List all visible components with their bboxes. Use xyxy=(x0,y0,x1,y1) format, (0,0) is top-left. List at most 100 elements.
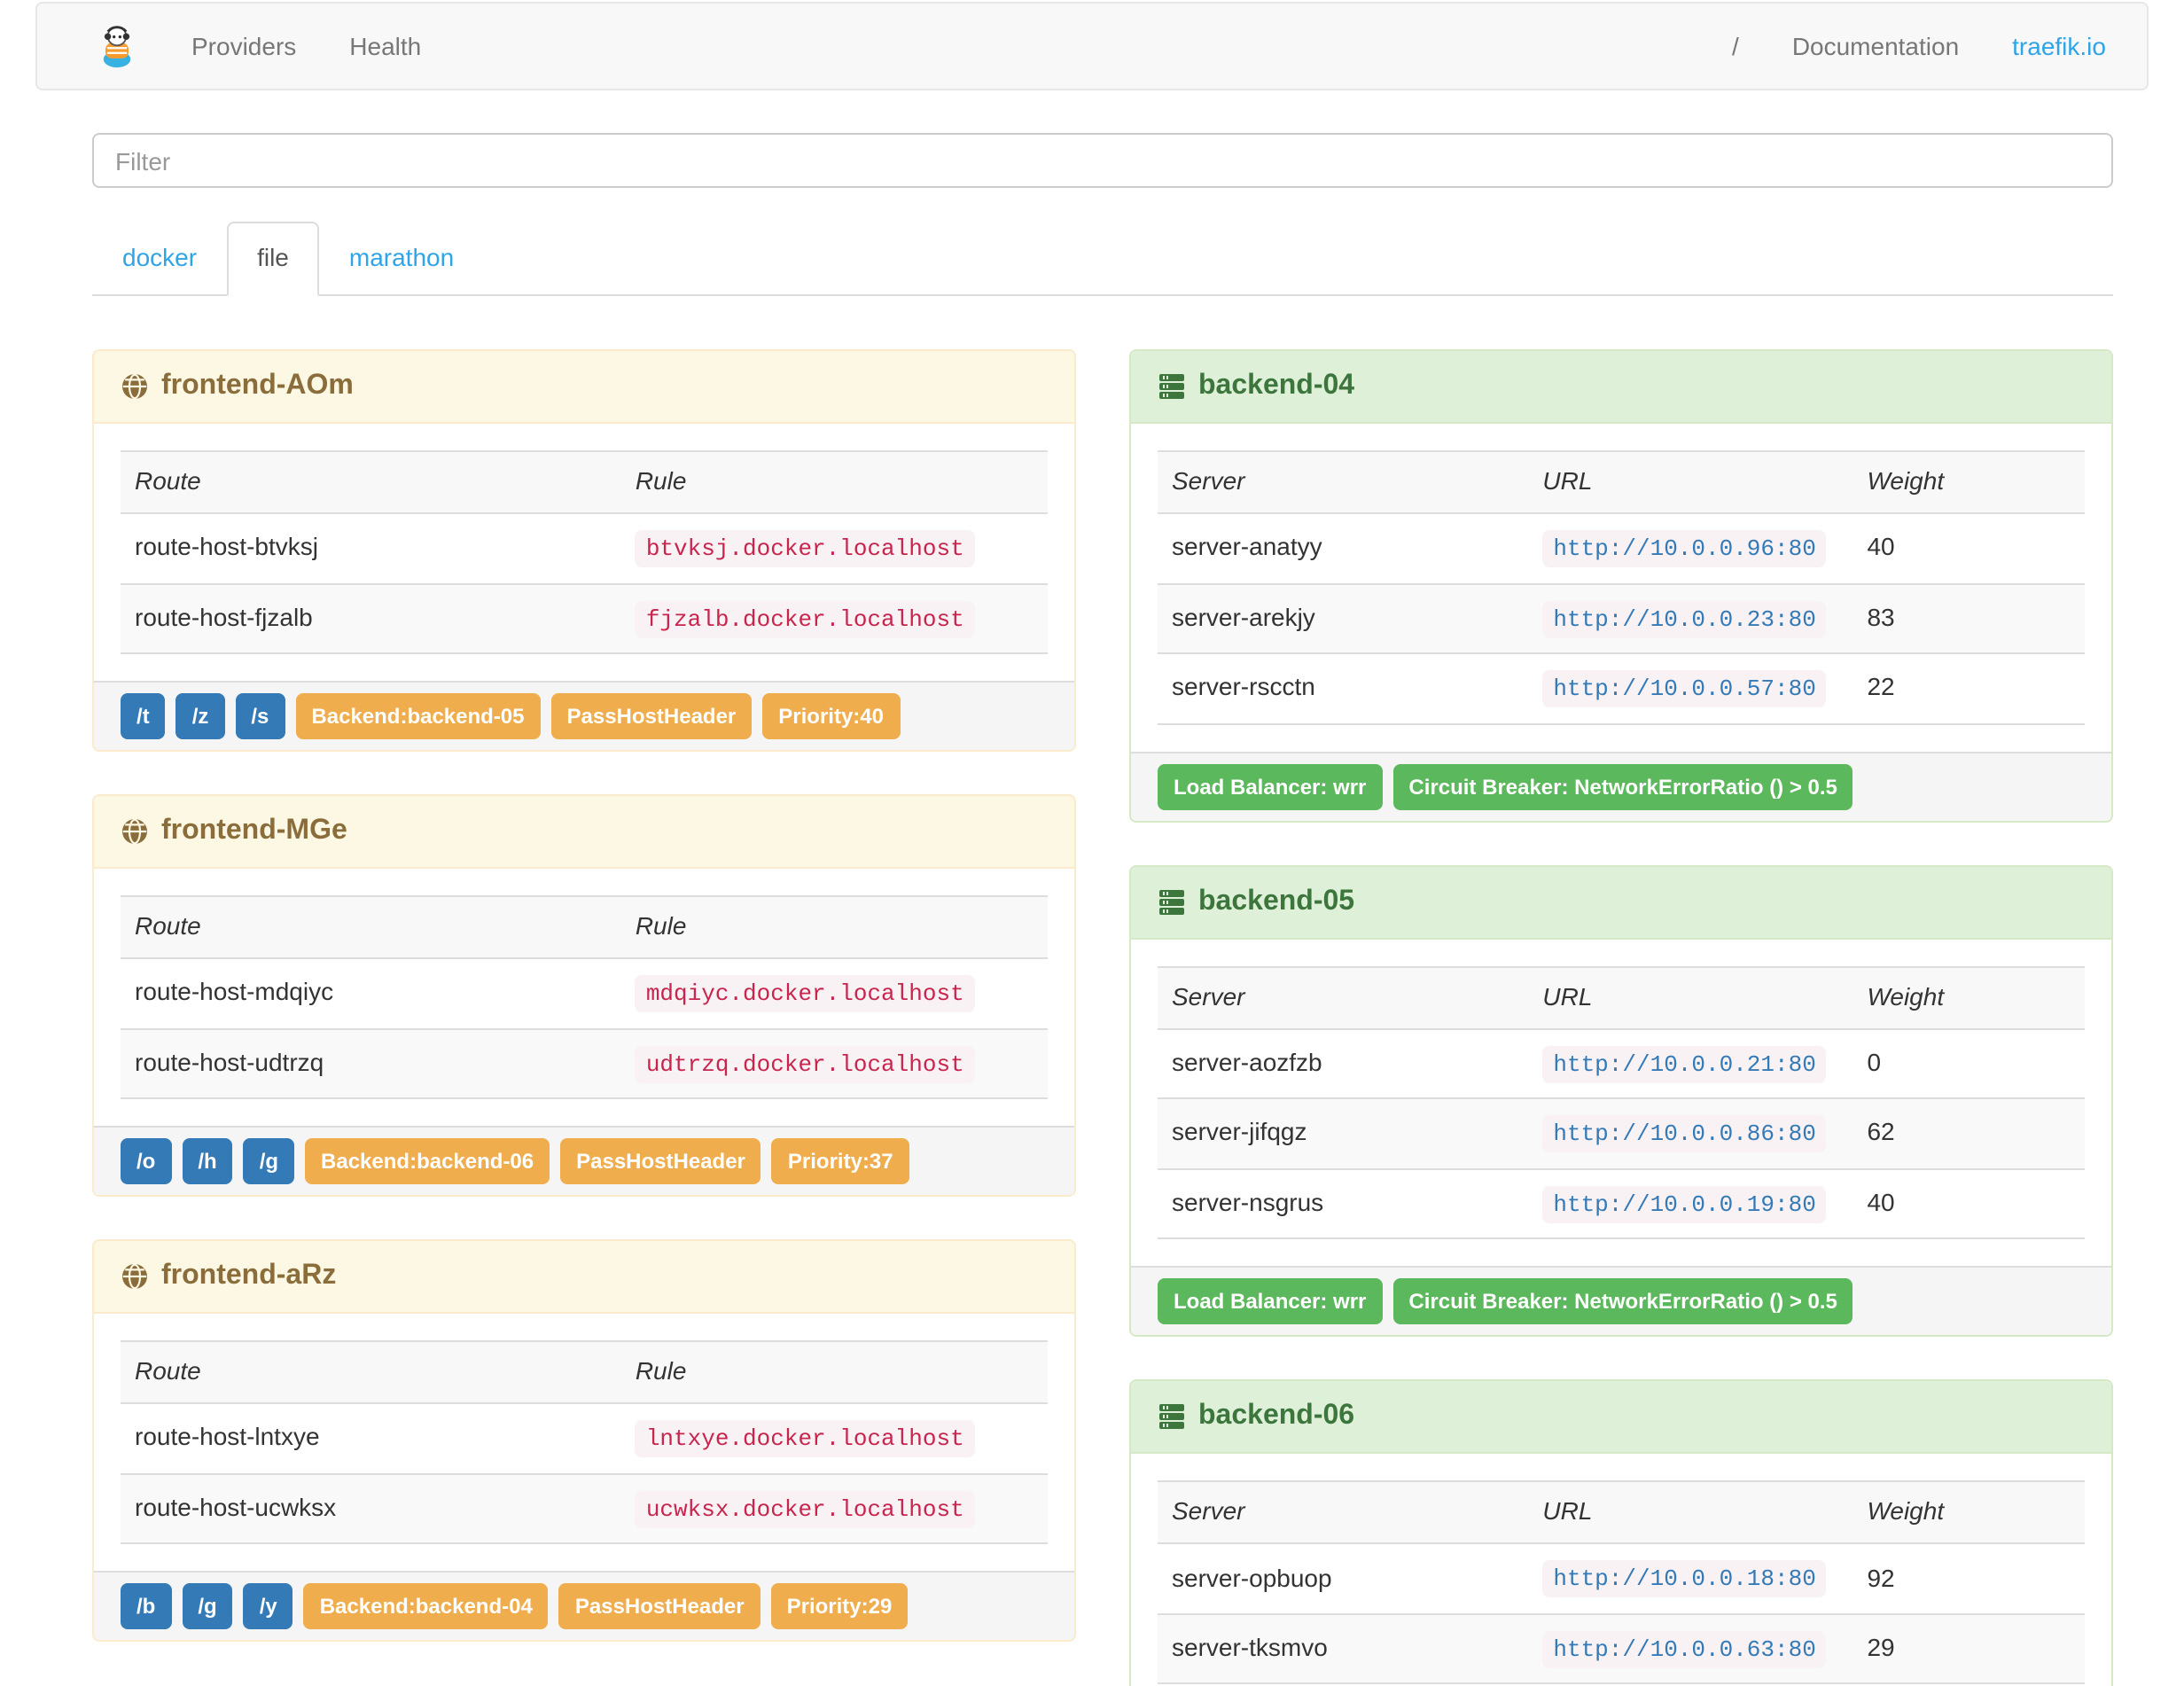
provider-tabs: docker file marathon xyxy=(92,222,2113,296)
col-header-server: Server xyxy=(1158,449,1529,513)
navbar: Providers Health / Documentation traefik… xyxy=(35,2,2149,90)
priority-badge: Priority:40 xyxy=(762,693,900,740)
server-name: server-aozfzb xyxy=(1158,1027,1529,1099)
frontend-panel-heading: frontend-AOm xyxy=(94,350,1074,424)
table-row: route-host-fjzalb fjzalb.docker.localhos… xyxy=(121,582,1048,654)
server-icon xyxy=(1158,372,1186,401)
server-weight: 83 xyxy=(1852,582,2085,654)
col-header-route: Route xyxy=(121,895,621,959)
rule-code: udtrzq.docker.localhost xyxy=(635,1045,975,1083)
circuit-breaker-badge: Circuit Breaker: NetworkErrorRatio () > … xyxy=(1392,763,1853,810)
tab-docker[interactable]: docker xyxy=(92,222,227,296)
table-row: server-opbuop http://10.0.0.18:80 92 xyxy=(1158,1542,2085,1614)
route-path-badge: /g xyxy=(243,1138,295,1185)
server-weight: 40 xyxy=(1852,511,2085,584)
server-url-link[interactable]: http://10.0.0.23:80 xyxy=(1542,600,1827,638)
load-balancer-badge: Load Balancer: wrr xyxy=(1158,763,1383,810)
nav-documentation[interactable]: Documentation xyxy=(1766,4,1985,89)
server-weight: 0 xyxy=(1852,1027,2085,1099)
nav-providers[interactable]: Providers xyxy=(165,4,323,89)
backend-panel-footer: Load Balancer: wrr Circuit Breaker: Netw… xyxy=(1131,751,2111,821)
table-header-row: Route Rule xyxy=(121,449,1048,513)
traefik-dashboard: Providers Health / Documentation traefik… xyxy=(0,0,2184,1686)
load-balancer-badge: Load Balancer: wrr xyxy=(1158,1278,1383,1325)
col-header-rule: Rule xyxy=(620,449,1048,513)
server-url-link[interactable]: http://10.0.0.96:80 xyxy=(1542,529,1827,567)
filter-row xyxy=(92,133,2113,188)
table-row: server-arekjy http://10.0.0.23:80 83 xyxy=(1158,582,2085,654)
globe-icon xyxy=(121,1262,149,1291)
col-header-rule: Rule xyxy=(620,895,1048,959)
frontend-panel-footer: /o /h /g Backend:backend-06 PassHostHead… xyxy=(94,1126,1074,1196)
frontend-panel-body: Route Rule route-host-mdqiyc mdqiyc.dock… xyxy=(94,869,1074,1126)
nav-root-slash[interactable]: / xyxy=(1705,4,1766,89)
server-url-link[interactable]: http://10.0.0.19:80 xyxy=(1542,1185,1827,1223)
frontend-title: frontend-aRz xyxy=(161,1261,337,1292)
col-header-route: Route xyxy=(121,449,621,513)
server-name: server-nsgrus xyxy=(1158,1167,1529,1239)
server-name: server-rscctn xyxy=(1158,652,1529,724)
nav-traefik-io[interactable]: traefik.io xyxy=(1985,4,2133,89)
table-row: server-tksmvo http://10.0.0.63:80 29 xyxy=(1158,1612,2085,1684)
nav-health[interactable]: Health xyxy=(323,4,448,89)
frontends-column: frontend-AOm Route Rule route-host-btvks… xyxy=(92,348,1076,1685)
server-weight: 40 xyxy=(1852,1167,2085,1239)
route-path-badge: /g xyxy=(182,1583,233,1630)
route-path-badge: /s xyxy=(235,693,285,740)
backend-ref-badge: Backend:backend-04 xyxy=(303,1583,549,1630)
server-icon xyxy=(1158,887,1186,916)
col-header-server: Server xyxy=(1158,965,1529,1029)
route-name: route-host-mdqiyc xyxy=(121,957,621,1029)
server-url-link[interactable]: http://10.0.0.63:80 xyxy=(1542,1630,1827,1668)
server-name: server-opbuop xyxy=(1158,1542,1529,1614)
table-row: server-jifqgz http://10.0.0.86:80 62 xyxy=(1158,1097,2085,1169)
col-header-url: URL xyxy=(1528,449,1853,513)
backend-title: backend-04 xyxy=(1198,370,1355,401)
traefik-logo[interactable] xyxy=(51,23,165,69)
frontend-panel-heading: frontend-MGe xyxy=(94,796,1074,870)
col-header-rule: Rule xyxy=(620,1340,1048,1404)
frontend-panel-footer: /b /g /y Backend:backend-04 PassHostHead… xyxy=(94,1571,1074,1641)
rule-code: fjzalb.docker.localhost xyxy=(635,600,975,638)
server-name: server-tksmvo xyxy=(1158,1612,1529,1684)
server-url-link[interactable]: http://10.0.0.18:80 xyxy=(1542,1560,1827,1598)
table-row: route-host-btvksj btvksj.docker.localhos… xyxy=(121,511,1048,584)
globe-icon xyxy=(121,817,149,846)
frontend-panel: frontend-AOm Route Rule route-host-btvks… xyxy=(92,348,1076,753)
navbar-right: / Documentation traefik.io xyxy=(1705,4,2133,89)
tab-marathon[interactable]: marathon xyxy=(319,222,484,296)
rule-code: mdqiyc.docker.localhost xyxy=(635,975,975,1013)
tab-file[interactable]: file xyxy=(227,222,319,296)
table-row: server-nsgrus http://10.0.0.19:80 40 xyxy=(1158,1167,2085,1239)
table-row: server-rscctn http://10.0.0.57:80 22 xyxy=(1158,652,2085,724)
frontend-panel-heading: frontend-aRz xyxy=(94,1241,1074,1315)
route-path-badge: /z xyxy=(176,693,225,740)
backend-panel: backend-06 Server URL Weight server-opbu… xyxy=(1129,1379,2113,1686)
server-weight: 22 xyxy=(1852,652,2085,724)
table-header-row: Server URL Weight xyxy=(1158,449,2085,513)
table-row: server-aozfzb http://10.0.0.21:80 0 xyxy=(1158,1027,2085,1099)
table-row: route-host-ucwksx ucwksx.docker.localhos… xyxy=(121,1472,1048,1544)
backend-panel-heading: backend-06 xyxy=(1131,1381,2111,1455)
filter-input[interactable] xyxy=(92,133,2113,188)
server-url-link[interactable]: http://10.0.0.57:80 xyxy=(1542,670,1827,708)
table-header-row: Server URL Weight xyxy=(1158,965,2085,1029)
server-weight: 29 xyxy=(1852,1612,2085,1684)
traefik-mascot-icon xyxy=(94,23,140,69)
server-url-link[interactable]: http://10.0.0.86:80 xyxy=(1542,1115,1827,1153)
server-name: server-anatyy xyxy=(1158,511,1529,584)
col-header-weight: Weight xyxy=(1852,965,2085,1029)
table-row: route-host-mdqiyc mdqiyc.docker.localhos… xyxy=(121,957,1048,1029)
frontend-panel: frontend-MGe Route Rule route-host-mdqiy… xyxy=(92,794,1076,1198)
server-url-link[interactable]: http://10.0.0.21:80 xyxy=(1542,1045,1827,1083)
passhostheader-badge: PassHostHeader xyxy=(558,1583,760,1630)
backend-panel-heading: backend-04 xyxy=(1131,350,2111,424)
backend-panel-body: Server URL Weight server-aozfzb http://1… xyxy=(1131,939,2111,1266)
globe-icon xyxy=(121,372,149,401)
backend-title: backend-05 xyxy=(1198,886,1355,917)
backend-panel-body: Server URL Weight server-anatyy http://1… xyxy=(1131,424,2111,751)
frontend-panel-body: Route Rule route-host-lntxye lntxye.dock… xyxy=(94,1314,1074,1571)
server-icon xyxy=(1158,1403,1186,1432)
server-weight: 92 xyxy=(1852,1542,2085,1614)
backends-column: backend-04 Server URL Weight server-anat… xyxy=(1129,348,2113,1686)
